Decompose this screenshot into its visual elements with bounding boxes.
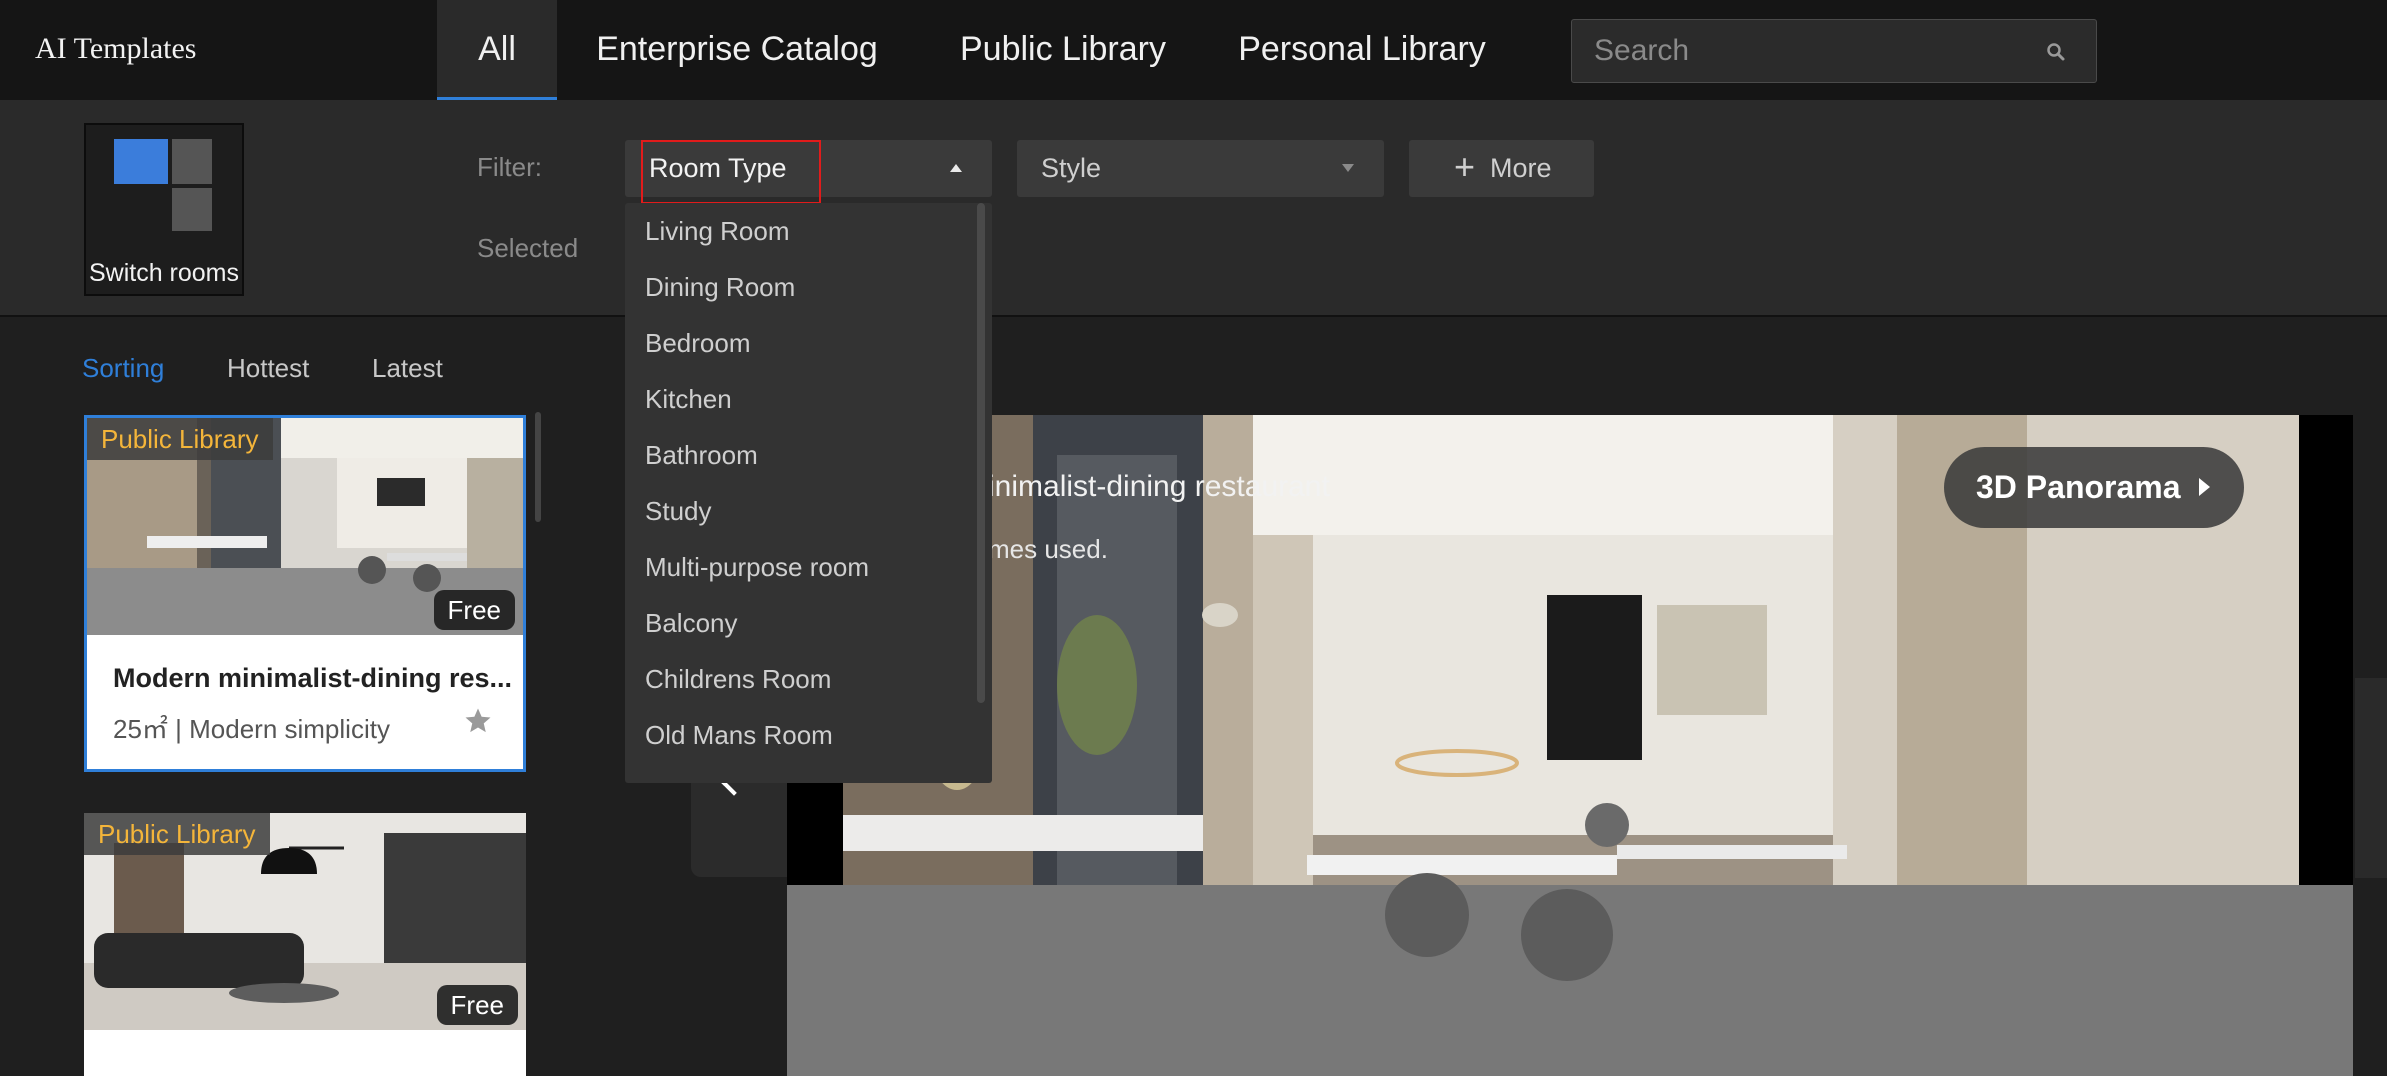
menu-scrollbar[interactable] — [977, 203, 985, 703]
price-badge: Free — [433, 590, 515, 630]
filter-bar — [0, 100, 2387, 317]
switch-rooms-button[interactable]: Switch rooms — [84, 123, 244, 296]
template-title: Modern minimalist-dining res... — [113, 663, 513, 693]
tab-personal-library[interactable]: Personal Library — [1232, 0, 1492, 100]
search-input[interactable] — [1594, 30, 2034, 72]
preview-usage: mes used. — [988, 534, 1108, 564]
panorama-label: 3D Panorama — [1976, 469, 2181, 505]
tab-all[interactable]: All — [437, 0, 557, 100]
price-badge: Free — [436, 985, 518, 1025]
template-list-scrollbar[interactable] — [535, 412, 541, 522]
menu-item-study[interactable]: Study — [645, 496, 712, 527]
menu-item-balcony[interactable]: Balcony — [645, 608, 738, 639]
rooms-grid-icon — [114, 139, 212, 231]
style-label: Style — [1041, 153, 1102, 183]
menu-item-multi-purpose-room[interactable]: Multi-purpose room — [645, 552, 869, 583]
menu-item-childrens-room[interactable]: Childrens Room — [645, 664, 831, 695]
next-button[interactable] — [2355, 678, 2387, 878]
more-filters-button[interactable]: + More — [1409, 140, 1594, 197]
library-tag: Public Library — [84, 813, 270, 855]
room-type-label: Room Type — [649, 153, 787, 183]
menu-item-living-room[interactable]: Living Room — [645, 216, 790, 247]
room-type-menu: Living Room Dining Room Bedroom Kitchen … — [625, 203, 992, 783]
sorting-label[interactable]: Sorting — [82, 353, 164, 384]
menu-item-kitchen[interactable]: Kitchen — [645, 384, 732, 415]
menu-item-dining-room[interactable]: Dining Room — [645, 272, 795, 303]
tab-public-library[interactable]: Public Library — [940, 0, 1186, 100]
sort-hottest[interactable]: Hottest — [227, 353, 309, 384]
more-label: More — [1490, 153, 1552, 183]
search-icon[interactable] — [2046, 42, 2066, 62]
sort-latest[interactable]: Latest — [372, 353, 443, 384]
tab-enterprise-catalog[interactable]: Enterprise Catalog — [584, 0, 890, 100]
template-card[interactable]: Public Library Free Modern minimalist-di… — [84, 415, 526, 772]
menu-item-bathroom[interactable]: Bathroom — [645, 440, 758, 471]
selected-label: Selected — [477, 233, 579, 263]
3d-panorama-button[interactable]: 3D Panorama — [1944, 447, 2244, 528]
filter-label: Filter: — [477, 152, 542, 182]
preview-title: inimalist-dining restaurant — [988, 470, 1330, 503]
caret-down-icon — [1342, 164, 1354, 172]
menu-item-old-mans-room[interactable]: Old Mans Room — [645, 720, 833, 751]
menu-item-bedroom[interactable]: Bedroom — [645, 328, 751, 359]
library-tag: Public Library — [87, 418, 273, 460]
room-type-dropdown[interactable]: Room Type — [625, 140, 992, 197]
star-icon[interactable] — [463, 706, 493, 736]
switch-rooms-label: Switch rooms — [88, 259, 240, 287]
top-bar: AI Templates All Enterprise Catalog Publ… — [0, 0, 2387, 100]
template-card[interactable]: Public Library Free — [84, 813, 526, 1076]
search-box[interactable] — [1571, 19, 2097, 83]
caret-up-icon — [950, 164, 962, 172]
plus-icon: + — [1454, 146, 1476, 187]
style-dropdown[interactable]: Style — [1017, 140, 1384, 197]
play-icon — [2199, 478, 2210, 496]
app-title: AI Templates — [35, 32, 197, 65]
template-meta: 25㎡ | Modern simplicity — [113, 714, 390, 744]
